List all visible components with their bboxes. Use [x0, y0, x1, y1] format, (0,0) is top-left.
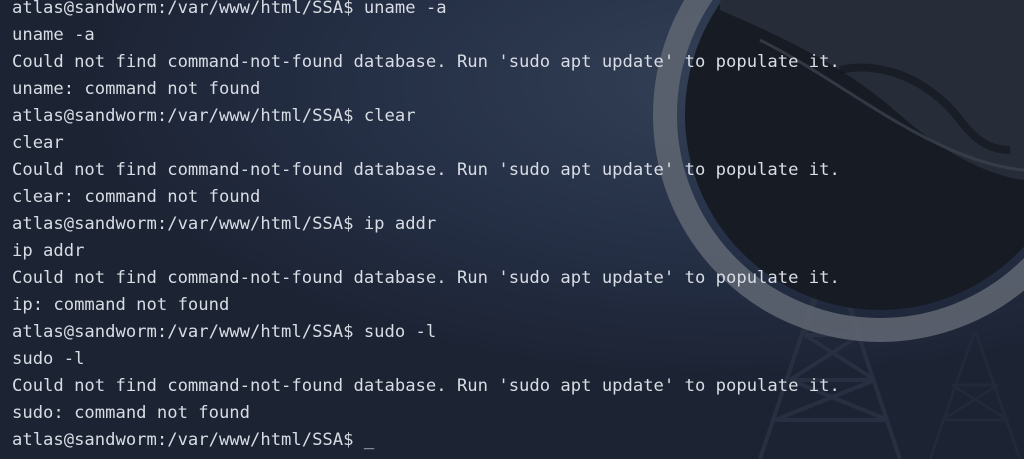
terminal-line: uname -a	[12, 25, 95, 45]
terminal-line: Could not find command-not-found databas…	[12, 52, 840, 72]
terminal-line: ip addr	[12, 241, 85, 261]
terminal-line: sudo -l	[12, 349, 85, 369]
terminal-line: atlas@sandworm:/var/www/html/SSA$ sudo -…	[12, 322, 437, 342]
terminal-prompt: atlas@sandworm:/var/www/html/SSA$	[12, 430, 364, 450]
terminal-line: Could not find command-not-found databas…	[12, 160, 840, 180]
terminal-line: atlas@sandworm:/var/www/html/SSA$ uname …	[12, 0, 447, 18]
terminal-line: ip: command not found	[12, 295, 230, 315]
terminal-output[interactable]: atlas@sandworm:/var/www/html/SSA$ uname …	[12, 0, 840, 454]
terminal-line: clear: command not found	[12, 187, 261, 207]
terminal-line: uname: command not found	[12, 79, 261, 99]
terminal-cursor[interactable]: _	[364, 430, 374, 450]
terminal-line: atlas@sandworm:/var/www/html/SSA$ ip add…	[12, 214, 437, 234]
terminal-line: Could not find command-not-found databas…	[12, 268, 840, 288]
terminal-line: sudo: command not found	[12, 403, 250, 423]
terminal-line: clear	[12, 133, 64, 153]
terminal-input-line[interactable]: atlas@sandworm:/var/www/html/SSA$ _	[12, 427, 840, 454]
terminal-line: atlas@sandworm:/var/www/html/SSA$ clear	[12, 106, 416, 126]
terminal-line: Could not find command-not-found databas…	[12, 376, 840, 396]
